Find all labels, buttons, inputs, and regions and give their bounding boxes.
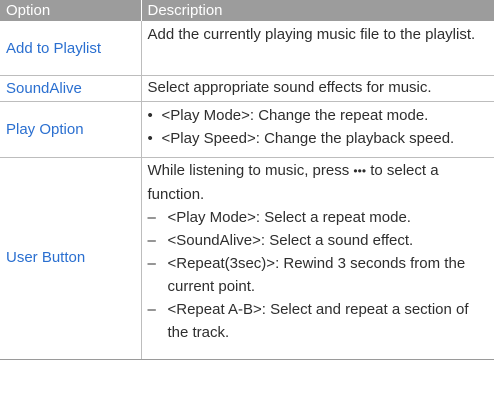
description-add-to-playlist: Add the currently playing music file to … xyxy=(141,21,494,76)
option-soundalive: SoundAlive xyxy=(0,75,142,102)
description-play-option: • <Play Mode>: Change the repeat mode. •… xyxy=(141,101,494,158)
list-item: – <Repeat(3sec)>: Rewind 3 seconds from … xyxy=(148,252,491,298)
dash-icon: – xyxy=(147,232,156,249)
dash-icon: – xyxy=(147,209,156,226)
dash-icon: – xyxy=(147,301,156,318)
list-item: • <Play Speed>: Change the playback spee… xyxy=(148,127,491,150)
list-item: – <Play Mode>: Select a repeat mode. xyxy=(148,206,491,229)
list-item: – <SoundAlive>: Select a sound effect. xyxy=(148,229,491,252)
dash-icon: – xyxy=(147,255,156,272)
description-column-header: Description xyxy=(140,0,494,21)
table-row: SoundAlive Select appropriate sound effe… xyxy=(0,75,494,102)
table-row: User Button While listening to music, pr… xyxy=(0,157,494,360)
list-item: – <Repeat A-B>: Select and repeat a sect… xyxy=(148,298,491,344)
header-row: Option Description xyxy=(0,0,494,21)
options-table: Option Description Add to Playlist Add t… xyxy=(0,0,494,360)
bullet-icon: • xyxy=(147,130,153,147)
list-item: • <Play Mode>: Change the repeat mode. xyxy=(148,104,491,127)
user-button-intro: While listening to music, press ••• to s… xyxy=(147,162,439,203)
option-column-header: Option xyxy=(0,0,141,21)
description-user-button: While listening to music, press ••• to s… xyxy=(141,157,494,360)
option-play-option: Play Option xyxy=(0,101,142,158)
table-row: Add to Playlist Add the currently playin… xyxy=(0,21,494,76)
table-row: Play Option • <Play Mode>: Change the re… xyxy=(0,101,494,158)
option-user-button: User Button xyxy=(0,157,142,360)
bullet-icon: • xyxy=(147,107,153,124)
description-soundalive: Select appropriate sound effects for mus… xyxy=(141,75,494,102)
more-options-icon: ••• xyxy=(353,164,367,178)
option-add-to-playlist: Add to Playlist xyxy=(0,21,142,76)
